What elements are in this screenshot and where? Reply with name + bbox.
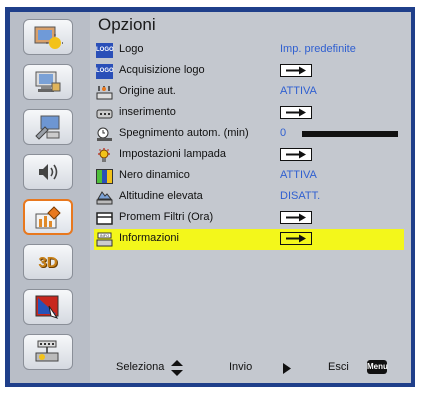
logo-icon: LOGO <box>96 43 114 58</box>
option-value: 0 <box>280 127 287 139</box>
high-altitude-icon <box>96 191 113 205</box>
setup-icon <box>35 115 60 140</box>
option-label: Logo <box>119 43 144 55</box>
information-icon: INFO <box>96 232 113 247</box>
option-lamp-settings[interactable]: Impostazioni lampada <box>90 145 411 166</box>
sidebar-item-lan[interactable] <box>23 334 73 370</box>
enter-arrow-button[interactable] <box>280 106 312 119</box>
menu-key-icon: Menu <box>367 360 388 374</box>
option-label: Acquisizione logo <box>119 64 205 76</box>
option-logo[interactable]: LOGO Logo Imp. predefinite <box>90 40 411 61</box>
arrow-right-icon <box>286 234 306 243</box>
option-filter-reminder[interactable]: Promem Filtri (Ora) <box>90 208 411 229</box>
lan-icon <box>35 340 59 362</box>
exit-hint: Esci <box>328 361 349 373</box>
right-triangle-icon <box>283 363 291 374</box>
sidebar: 3D <box>10 12 90 383</box>
option-label: Promem Filtri (Ora) <box>119 211 214 223</box>
sidebar-item-display[interactable] <box>23 64 73 100</box>
option-value: Imp. predefinite <box>280 43 356 55</box>
enter-arrow-button[interactable] <box>280 232 312 245</box>
option-label: Spegnimento autom. (min) <box>119 127 249 139</box>
enter-arrow-button[interactable] <box>280 211 312 224</box>
sidebar-item-network[interactable] <box>23 289 73 325</box>
option-dynamic-black[interactable]: Nero dinamico ATTIVA <box>90 166 411 187</box>
arrow-right-icon <box>286 213 306 222</box>
option-auto-power-off[interactable]: Spegnimento autom. (min) 0 <box>90 124 411 145</box>
sidebar-item-audio[interactable] <box>23 154 73 190</box>
up-down-arrows-icon <box>171 360 183 376</box>
input-icon <box>96 109 113 119</box>
logo-capture-icon: LOGO <box>96 64 114 79</box>
option-value: ATTIVA <box>280 169 317 181</box>
option-label: inserimento <box>119 106 176 118</box>
auto-off-slider[interactable] <box>302 131 398 137</box>
arrow-right-icon <box>286 66 306 75</box>
dynamic-black-icon <box>96 169 113 184</box>
enter-arrow-button[interactable] <box>280 64 312 77</box>
option-high-altitude[interactable]: Altitudine elevata DISATT. <box>90 187 411 208</box>
options-panel: Opzioni LOGO Logo Imp. predefinite LOGO … <box>90 12 411 383</box>
enter-hint: Invio <box>229 361 253 373</box>
enter-arrow-button[interactable] <box>280 148 312 161</box>
option-value: DISATT. <box>280 190 321 202</box>
network-icon <box>35 295 59 319</box>
auto-off-icon <box>97 127 112 141</box>
lamp-settings-icon <box>98 148 110 162</box>
option-label: Altitudine elevata <box>119 190 203 202</box>
option-label: Informazioni <box>119 232 179 244</box>
sidebar-item-setup[interactable] <box>23 109 73 145</box>
auto-source-icon <box>96 86 113 100</box>
svg-text:INFO: INFO <box>100 233 110 238</box>
option-label: Origine aut. <box>119 85 176 97</box>
option-auto-source[interactable]: Origine aut. ATTIVA <box>90 82 411 103</box>
option-input[interactable]: inserimento <box>90 103 411 124</box>
sidebar-item-options[interactable] <box>23 199 73 235</box>
filter-reminder-icon <box>96 212 113 225</box>
option-label: Nero dinamico <box>119 169 190 181</box>
image-icon <box>34 26 63 49</box>
option-value: ATTIVA <box>280 85 317 97</box>
option-logo-capture[interactable]: LOGO Acquisizione logo <box>90 61 411 82</box>
option-information[interactable]: INFO Informazioni <box>94 229 404 250</box>
display-icon <box>35 71 61 92</box>
arrow-right-icon <box>286 150 306 159</box>
option-label: Impostazioni lampada <box>119 148 227 160</box>
audio-icon <box>39 164 58 180</box>
page-title: Opzioni <box>98 15 156 34</box>
arrow-right-icon <box>286 108 306 117</box>
3d-icon: 3D <box>38 253 58 271</box>
options-icon <box>35 206 61 229</box>
sidebar-item-image[interactable] <box>23 19 73 55</box>
select-hint: Seleziona <box>116 361 165 373</box>
footer-hints: Seleziona Invio Esci Menu <box>90 358 411 380</box>
sidebar-item-3d[interactable]: 3D <box>23 244 73 280</box>
